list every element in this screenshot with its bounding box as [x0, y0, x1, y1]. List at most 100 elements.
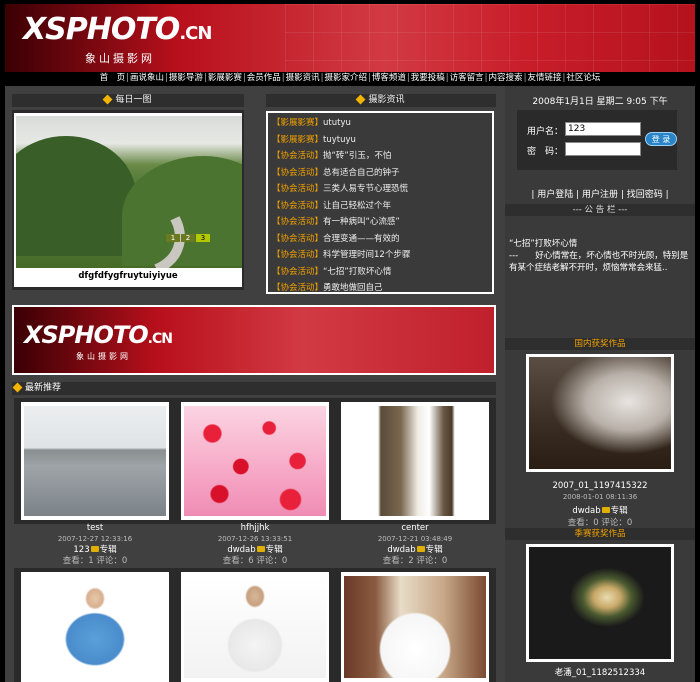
news-item[interactable]: 【协会活动】科学管理时间12个步骤 [272, 247, 488, 264]
login-panel-wrap: 2008年1月1日 星期二 9:05 下午 用户名： 密 码： 登 录 | 用户… [505, 86, 695, 200]
camera-icon [90, 546, 99, 552]
username-input[interactable] [565, 122, 641, 136]
main-nav: 首 页|画说象山|摄影导游|影展影赛|会员作品|摄影资讯|摄影家介绍|博客频道|… [5, 72, 695, 84]
thumb-stats: 查看：1 评论：0 [62, 556, 128, 566]
thumb-date: 2007-12-26 13:33:51 [217, 535, 293, 543]
thumb-album-link[interactable]: 专辑 [266, 545, 283, 555]
award-caption[interactable]: 老潘_01_1182512334 [505, 666, 695, 678]
award-caption[interactable]: 2007_01_1197415322 [505, 481, 695, 491]
domestic-award-header: 国内获奖作品 [505, 338, 695, 350]
thumb-title[interactable]: test [14, 523, 176, 534]
thumb-author: dwdab 专辑 [334, 545, 496, 556]
promo-banner[interactable]: XSPHOTO.CN 象山摄影网 [12, 305, 496, 375]
banner-grid-decoration [285, 4, 695, 72]
thumb-author-name[interactable]: dwdab [227, 545, 255, 555]
news-item[interactable]: 【协会活动】合理变通——有效的 [272, 231, 488, 248]
daily-photo-caption[interactable]: dfgfdfygfruytuiyiyue [14, 271, 242, 281]
recommend-header: 最新推荐 [12, 382, 496, 395]
promo-logo-subtitle: 象山摄影网 [76, 352, 131, 361]
diamond-icon [356, 94, 366, 105]
news-item[interactable]: 【协会活动】“七招”打败坏心情 [272, 264, 488, 281]
season-award-header: 季赛获奖作品 [505, 528, 695, 540]
pager-page-3[interactable]: 3 [196, 234, 210, 242]
thumb-album-link[interactable]: 专辑 [100, 545, 117, 555]
season-award-photo[interactable] [526, 544, 674, 662]
nav-item-photographers[interactable]: 摄影家介绍 [324, 73, 367, 83]
password-label: 密 码： [527, 147, 564, 157]
thumb-image [344, 406, 486, 516]
award-author-name[interactable]: dwdab [572, 506, 600, 516]
recommend-thumb[interactable] [181, 402, 329, 520]
account-links[interactable]: | 用户登陆 | 用户注册 | 找回密码 | [505, 187, 695, 200]
nav-item-guestbook[interactable]: 访客留言 [450, 73, 484, 83]
thumb-title[interactable]: hfhjjhk [174, 523, 336, 534]
thumb-album-link[interactable]: 专辑 [426, 545, 443, 555]
news-item[interactable]: 【协会活动】抛“砖”引玉，不怕 [272, 148, 488, 165]
thumb-image [184, 576, 326, 678]
thumb-author-name[interactable]: dwdab [387, 545, 415, 555]
thumb-author-name[interactable]: 123 [73, 545, 89, 555]
news-item[interactable]: 【协会活动】让自己轻松过个年 [272, 198, 488, 215]
main-area: 每日一图 123 dfgfdfygfruytuiyiyue 摄影资讯 【影展影赛… [5, 86, 695, 682]
daily-photo-image[interactable] [16, 116, 242, 268]
recommend-thumb[interactable] [341, 572, 489, 682]
news-item[interactable]: 【协会活动】有一种病叫“心流感” [272, 214, 488, 231]
award-stats: 查看：0 评论：0 [567, 518, 633, 528]
nav-item-news[interactable]: 摄影资讯 [286, 73, 320, 83]
pager-page-2[interactable]: 2 [181, 234, 195, 242]
award-date: 2008-01-01 08:11:36 [562, 493, 638, 501]
diamond-icon [103, 94, 113, 105]
news-item[interactable]: 【影展影赛】ututyu [272, 115, 488, 132]
nav-item-links[interactable]: 友情链接 [527, 73, 561, 83]
award-author: dwdab 专辑 [505, 504, 695, 516]
current-date: 2008年1月1日 星期二 9:05 下午 [532, 97, 668, 107]
recommend-thumb[interactable] [341, 402, 489, 520]
thumb-author: 123 专辑 [14, 545, 176, 556]
award-album-link[interactable]: 专辑 [611, 506, 628, 516]
nav-item-member-works[interactable]: 会员作品 [247, 73, 281, 83]
news-list: 【影展影赛】ututyu 【影展影赛】tuytuyu 【协会活动】抛“砖”引玉，… [266, 111, 494, 294]
thumb-title[interactable]: center [334, 523, 496, 534]
nav-item-blog[interactable]: 博客频道 [372, 73, 406, 83]
domestic-award-photo[interactable] [526, 354, 674, 472]
daily-photo-header: 每日一图 [12, 94, 244, 107]
nav-item-forum[interactable]: 社区论坛 [566, 73, 600, 83]
news-item[interactable]: 【协会活动】三类人易专节心理恐慌 [272, 181, 488, 198]
news-item[interactable]: 【影展影赛】tuytuyu [272, 132, 488, 149]
nav-item-submit[interactable]: 我要投稿 [411, 73, 445, 83]
thumb-date: 2007-12-21 03:48:49 [377, 535, 453, 543]
recommend-thumb[interactable] [21, 402, 169, 520]
thumb-image [24, 406, 166, 516]
nav-item-home[interactable]: 首 页 [100, 73, 126, 83]
notice-heading[interactable]: “七招”打败坏心情 [509, 238, 691, 250]
news-item[interactable]: 【协会活动】勇敢地做回自己 [272, 280, 488, 297]
header-banner: XSPHOTO.CN 象山摄影网 [5, 4, 695, 72]
news-header: 摄影资讯 [266, 94, 496, 107]
recommend-thumb[interactable] [21, 572, 169, 682]
nav-item-huashuo[interactable]: 画说象山 [130, 73, 164, 83]
award-image [529, 547, 671, 659]
notice-body: --- 好心情常在，坏心情也不时光顾，特别是有某个症结老解不开时，烦恼常常会来猛… [509, 251, 689, 273]
nav-item-guide[interactable]: 摄影导游 [169, 73, 203, 83]
news-item[interactable]: 【协会活动】总有适合自己的钟子 [272, 165, 488, 182]
thumb-author: dwdab 专辑 [174, 545, 336, 556]
recommend-thumb[interactable] [181, 572, 329, 682]
notice-content: “七招”打败坏心情 --- 好心情常在，坏心情也不时光顾，特别是有某个症结老解不… [509, 238, 691, 274]
camera-icon [416, 546, 425, 552]
daily-photo-pager: 123 [165, 234, 210, 244]
notice-header: --- 公 告 栏 --- [505, 204, 695, 216]
nav-item-search[interactable]: 内容搜索 [489, 73, 523, 83]
login-button[interactable]: 登 录 [645, 132, 677, 146]
promo-logo: XSPHOTO.CN [24, 321, 173, 349]
thumb-image [344, 576, 486, 678]
username-label: 用户名： [527, 127, 564, 137]
site-logo-subtitle: 象山摄影网 [85, 52, 155, 65]
pager-page-1[interactable]: 1 [166, 234, 180, 242]
thumb-stats: 查看：2 评论：0 [382, 556, 448, 566]
right-sidebar: 2008年1月1日 星期二 9:05 下午 用户名： 密 码： 登 录 | 用户… [505, 86, 695, 682]
password-input[interactable] [565, 142, 641, 156]
nav-item-exhibition[interactable]: 影展影赛 [208, 73, 242, 83]
login-form: 用户名： 密 码： 登 录 [517, 110, 677, 170]
diamond-icon [12, 382, 23, 393]
site-logo[interactable]: XSPHOTO.CN [23, 12, 212, 47]
